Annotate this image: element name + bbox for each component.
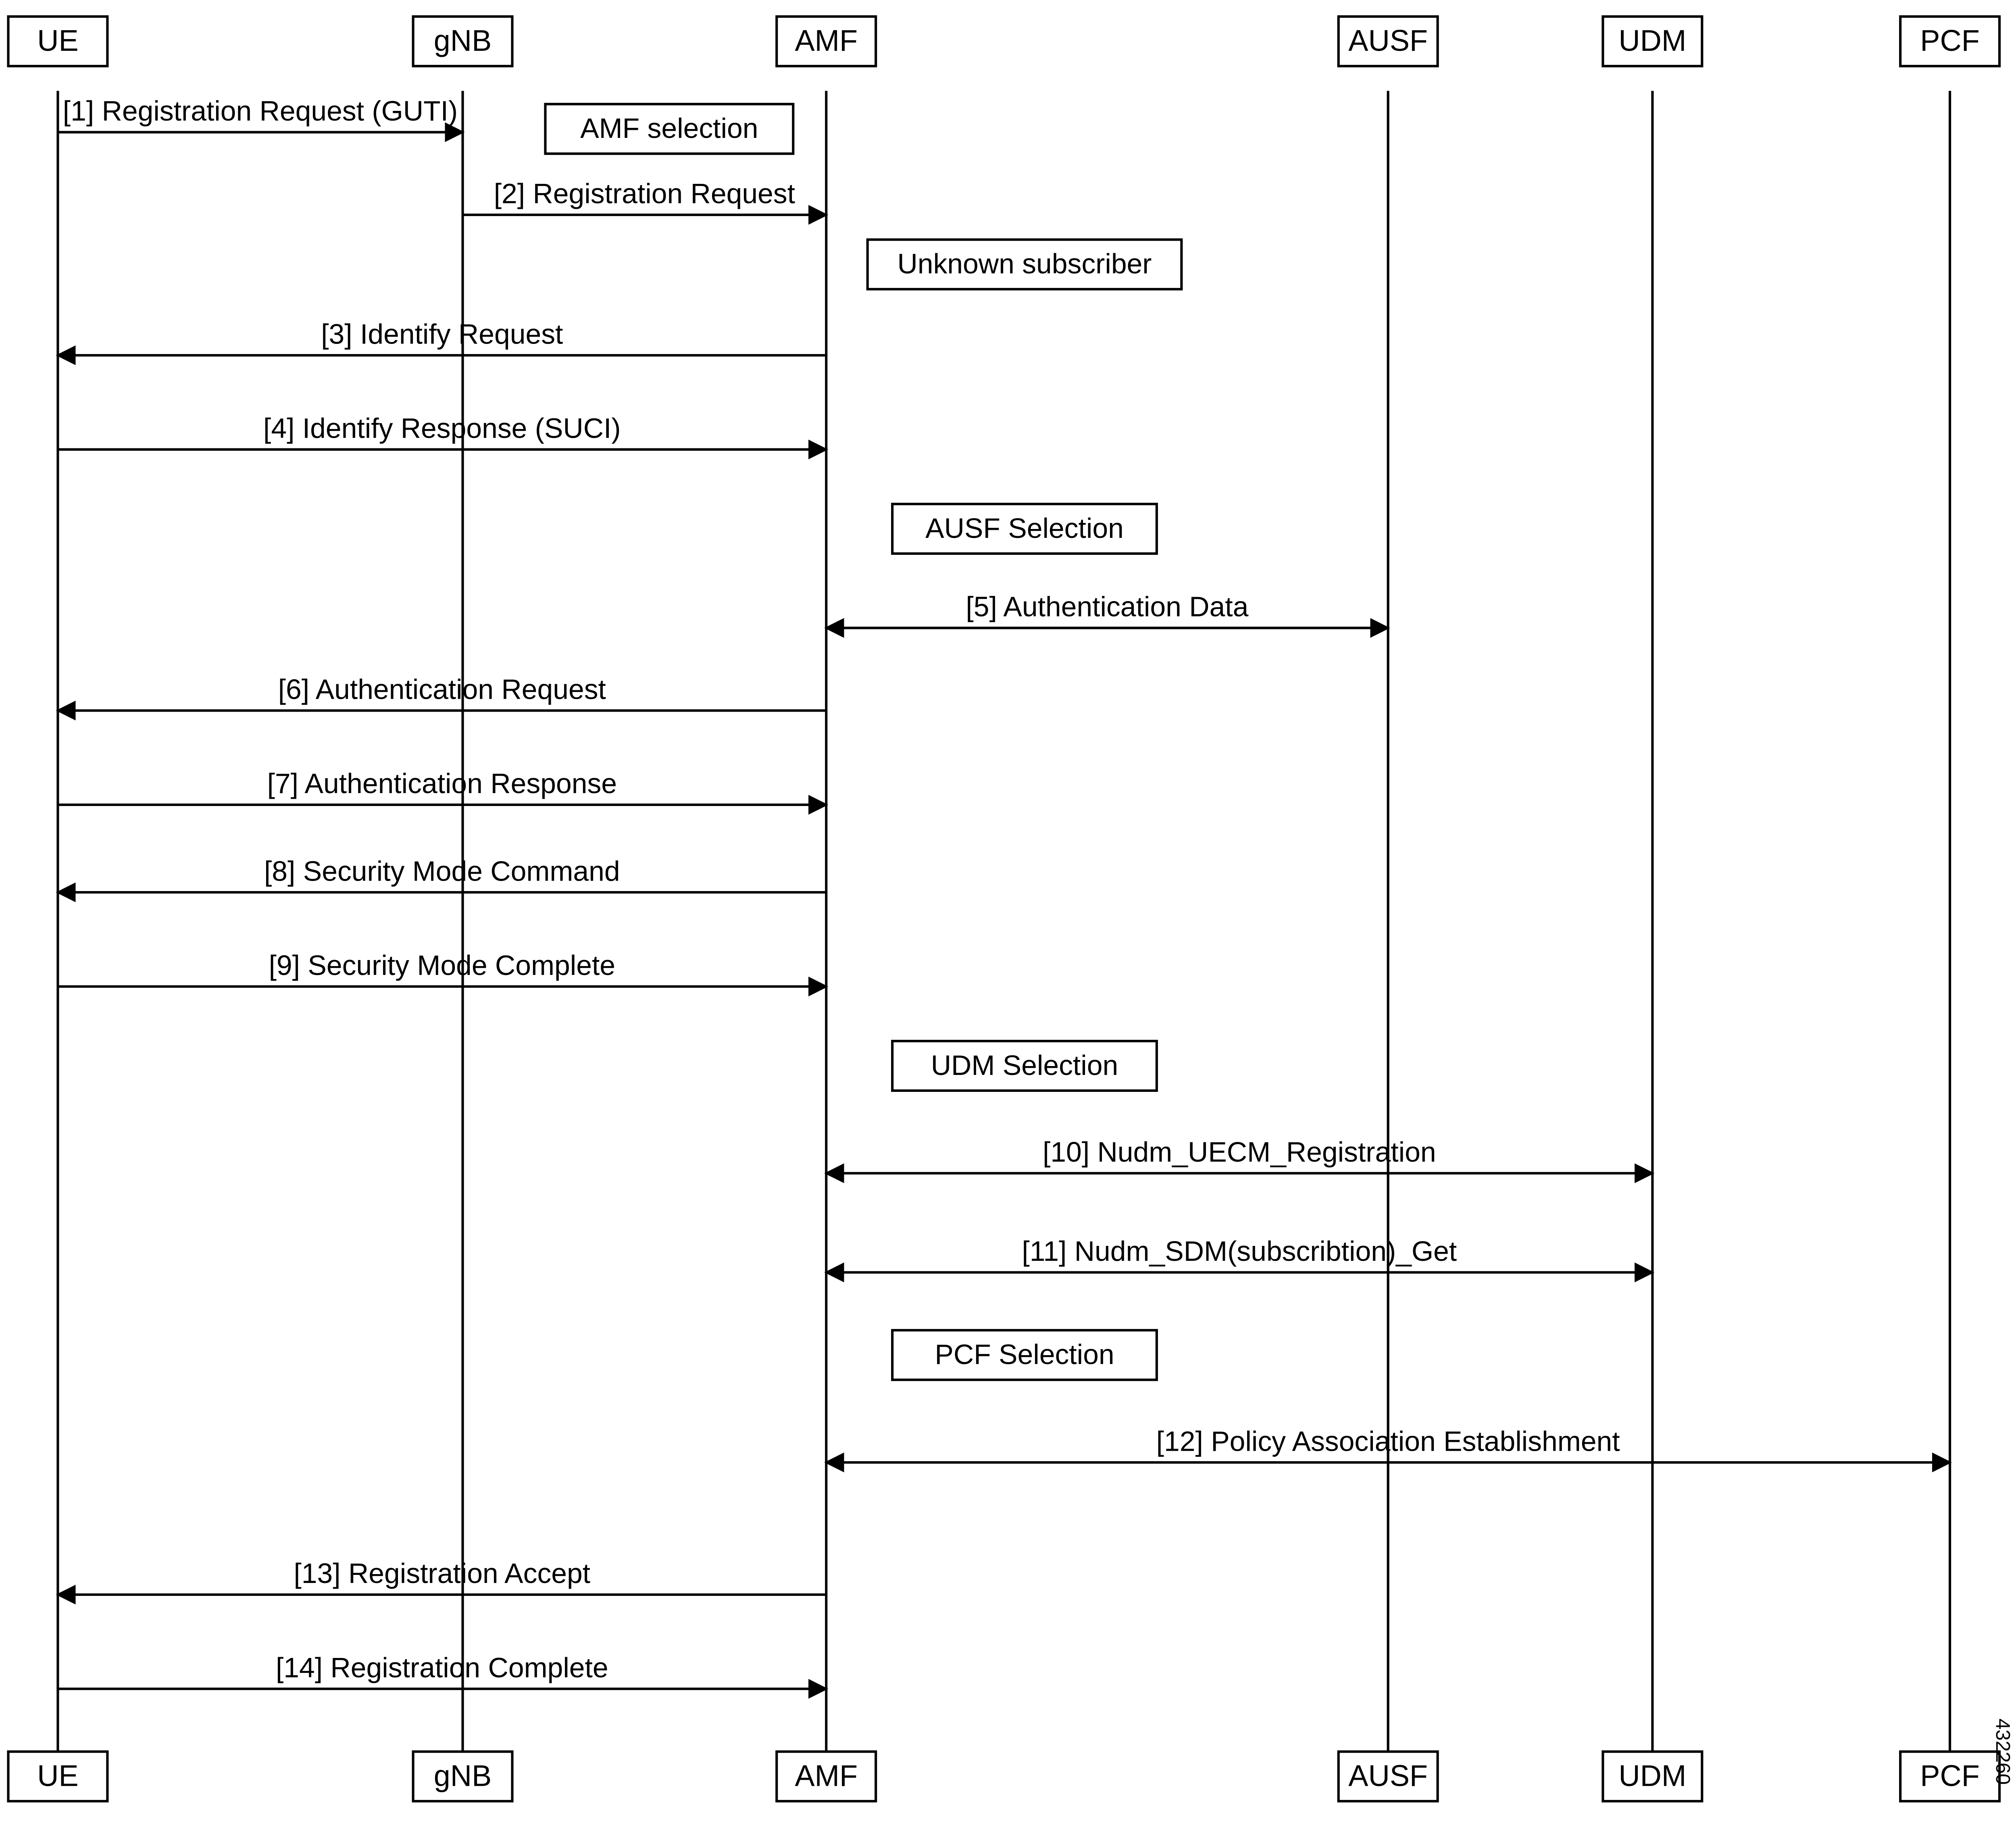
diagram-id-label: 432260 [1992, 1718, 2014, 1785]
actor-label-top-udm: UDM [1618, 24, 1686, 57]
message-label-11: [11] Nudm_SDM(subscribtion)_Get [1022, 1235, 1457, 1267]
message-label-13: [13] Registration Accept [294, 1558, 590, 1589]
actor-label-top-ausf: AUSF [1348, 24, 1428, 57]
actor-label-bottom-pcf: PCF [1920, 1759, 1980, 1792]
message-label-12: [12] Policy Association Establishment [1156, 1425, 1620, 1457]
message-label-10: [10] Nudm_UECM_Registration [1043, 1136, 1436, 1168]
svg-text:432260: 432260 [1992, 1718, 2014, 1785]
note-label-3: AUSF Selection [925, 512, 1124, 544]
message-label-3: [3] Identify Request [321, 318, 563, 350]
note-label-5: PCF Selection [935, 1339, 1114, 1370]
actor-label-bottom-udm: UDM [1618, 1759, 1686, 1792]
message-label-8: [8] Security Mode Command [264, 855, 620, 887]
message-label-4: [4] Identify Response (SUCI) [263, 412, 621, 444]
actor-label-bottom-ausf: AUSF [1348, 1759, 1428, 1792]
message-label-1: [1] Registration Request (GUTI) [63, 95, 458, 127]
message-label-9: [9] Security Mode Complete [269, 950, 615, 981]
actor-label-top-pcf: PCF [1920, 24, 1980, 57]
message-label-14: [14] Registration Complete [276, 1652, 608, 1683]
note-label-4: UDM Selection [931, 1050, 1118, 1081]
message-label-7: [7] Authentication Response [267, 768, 617, 799]
message-label-6: [6] Authentication Request [278, 674, 606, 705]
sequence-diagram: UE UE gNB gNB AMF AMF AUSF AUSF UDM UDM PCF PCF [1] … [0, 0, 2016, 1839]
actor-label-top-amf: AMF [795, 24, 858, 57]
message-label-2: [2] Registration Request [494, 178, 795, 209]
note-label-2: Unknown subscriber [897, 248, 1152, 279]
actor-label-bottom-amf: AMF [795, 1759, 858, 1792]
actor-label-top-gnb: gNB [434, 24, 492, 57]
actor-label-bottom-gnb: gNB [434, 1759, 492, 1792]
note-label-1: AMF selection [580, 112, 758, 144]
actor-label-bottom-ue: UE [37, 1759, 78, 1792]
actor-label-top-ue: UE [37, 24, 78, 57]
message-label-5: [5] Authentication Data [966, 591, 1248, 623]
